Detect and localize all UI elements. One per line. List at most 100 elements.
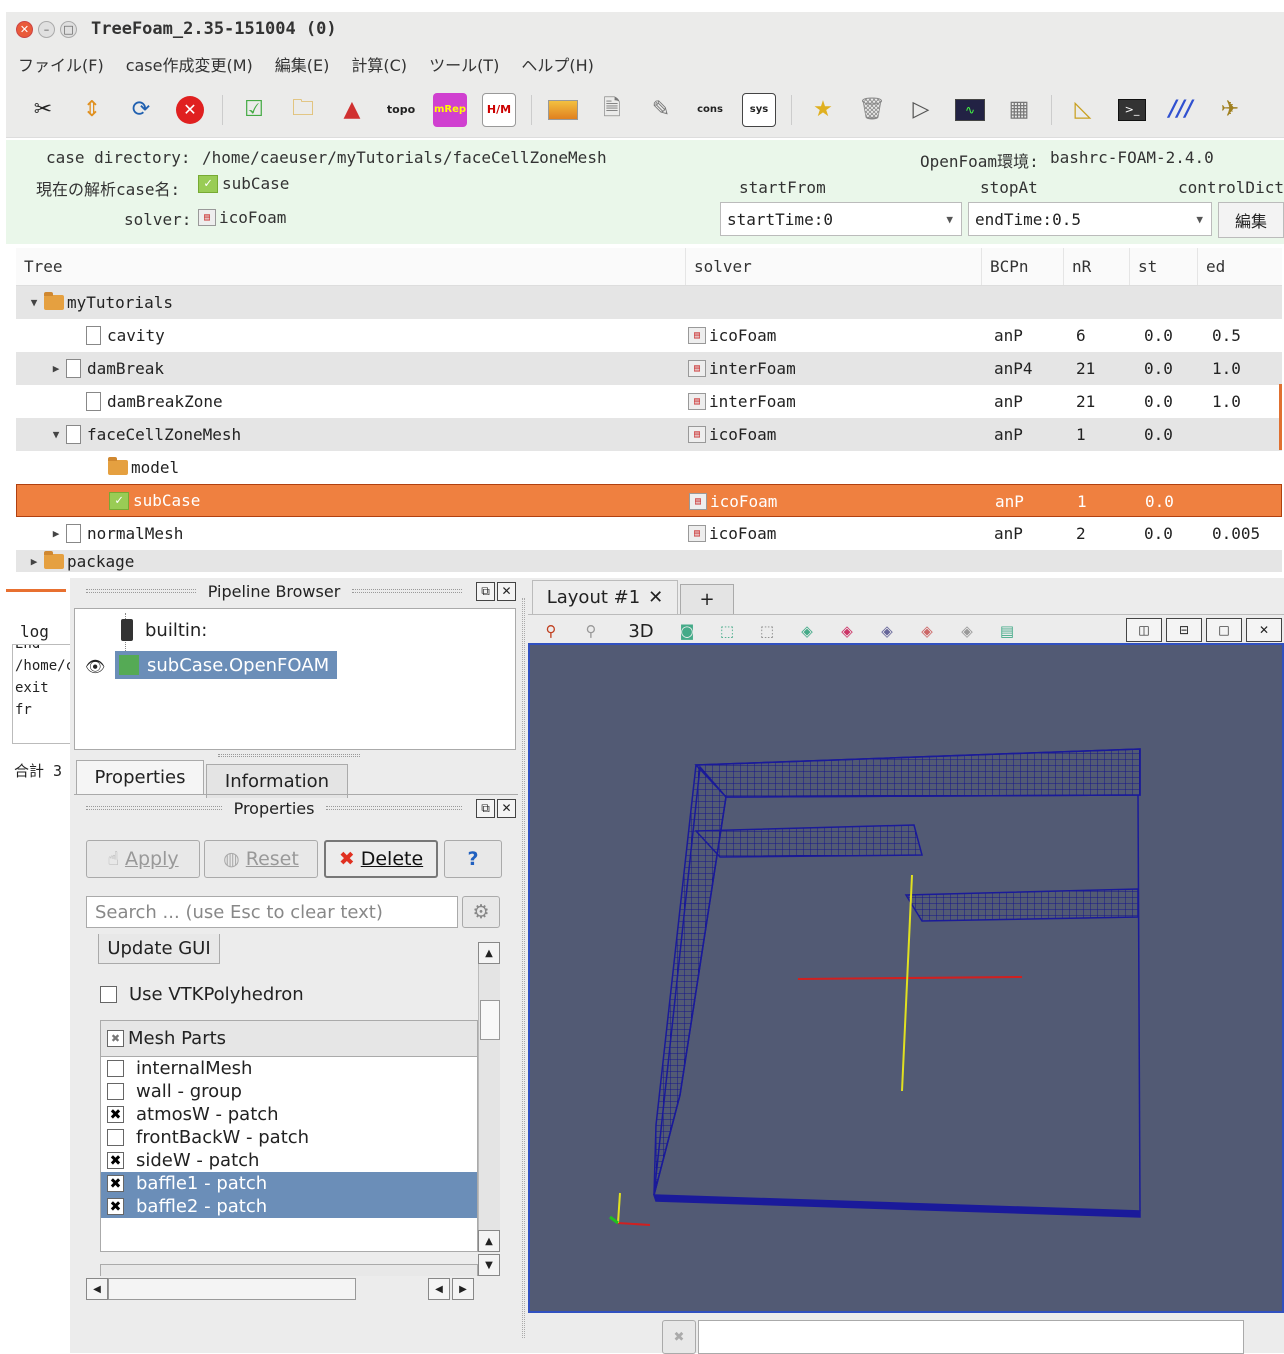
- trash-icon[interactable]: 🗑: [855, 93, 889, 127]
- paraview-icon[interactable]: ///: [1164, 93, 1198, 127]
- tree-row[interactable]: ▶ damBreak ▤ interFoam anP4 21 0.0 1.0: [16, 352, 1282, 385]
- menu-tools[interactable]: ツール(T): [429, 52, 499, 76]
- properties-search-input[interactable]: Search ... (use Esc to clear text): [86, 896, 458, 928]
- float-icon[interactable]: ⧉: [476, 581, 496, 601]
- mesh-parts-list[interactable]: ✖ Mesh Parts internalMesh wall - group ✖ at…: [100, 1020, 478, 1252]
- scroll-up-icon[interactable]: ▲: [478, 1230, 500, 1252]
- expanded-arrow-icon[interactable]: ▼: [46, 428, 66, 441]
- column-solver[interactable]: solver: [686, 248, 982, 285]
- scroll-left-icon[interactable]: ◀: [428, 1278, 450, 1300]
- mesh-part-checkbox[interactable]: [107, 1129, 124, 1146]
- bar-chart-icon[interactable]: [546, 93, 580, 127]
- eye-icon[interactable]: 👁: [85, 657, 105, 676]
- mesh-part-checkbox[interactable]: ✖: [107, 1198, 124, 1215]
- document-icon[interactable]: 🗎: [595, 93, 629, 127]
- play-icon[interactable]: ▷: [904, 93, 938, 127]
- stopat-select[interactable]: endTime:0.5 ▼: [968, 202, 1212, 236]
- select-points-icon[interactable]: ◈: [796, 620, 818, 642]
- spreadsheet-icon[interactable]: ▤: [996, 620, 1018, 642]
- grid-icon[interactable]: ▦: [1002, 93, 1036, 127]
- mesh-part-item[interactable]: ✖ baffle1 - patch: [101, 1172, 477, 1195]
- tree-row[interactable]: ✓ subCase ▤ icoFoam anP 1 0.0: [16, 484, 1282, 517]
- tab-layout[interactable]: Layout #1 ✕: [532, 580, 678, 614]
- scroll-down-icon[interactable]: ▼: [478, 1254, 500, 1276]
- log-text[interactable]: End /home/c exit fr: [12, 644, 74, 744]
- menu-file[interactable]: ファイル(F): [18, 52, 104, 76]
- expanded-arrow-icon[interactable]: ▼: [24, 296, 44, 309]
- tree-row[interactable]: ▼ faceCellZoneMesh ▤ icoFoam anP 1 0.0: [16, 418, 1282, 451]
- edit-doc-icon[interactable]: ✎: [644, 93, 678, 127]
- render-view-3d[interactable]: [528, 643, 1284, 1313]
- check-doc-icon[interactable]: ☑: [237, 93, 271, 127]
- help-button[interactable]: ?: [444, 840, 502, 878]
- column-st[interactable]: st: [1130, 248, 1198, 285]
- mesh-icon[interactable]: ▲: [335, 93, 369, 127]
- minimize-icon[interactable]: –: [38, 20, 55, 38]
- update-gui-button[interactable]: Update GUI: [98, 934, 220, 964]
- select-polygon-icon[interactable]: ◈: [876, 620, 898, 642]
- menu-edit[interactable]: 編集(E): [275, 52, 330, 76]
- mesh-part-checkbox[interactable]: [107, 1083, 124, 1100]
- mesh-part-checkbox[interactable]: ✖: [107, 1106, 124, 1123]
- tools-icon[interactable]: ✂: [26, 93, 60, 127]
- tab-properties[interactable]: Properties: [76, 760, 204, 794]
- bird-icon[interactable]: ✈: [1213, 93, 1247, 127]
- scrollbar-thumb[interactable]: [480, 1000, 500, 1040]
- collapsed-arrow-icon[interactable]: ▶: [46, 362, 66, 375]
- horizontal-scrollbar-thumb[interactable]: [108, 1278, 356, 1300]
- sys-icon[interactable]: sys: [742, 92, 776, 127]
- updown-arrow-icon[interactable]: ⇕: [75, 93, 109, 127]
- close-icon[interactable]: ✕: [16, 20, 33, 38]
- edit-controldict-button[interactable]: 編集: [1218, 202, 1284, 238]
- screenshot-icon[interactable]: ◙: [676, 620, 698, 642]
- folder-search-icon[interactable]: 🗀: [286, 93, 320, 127]
- select-block-icon[interactable]: ◈: [916, 620, 938, 642]
- tree-row[interactable]: ▼ myTutorials: [16, 286, 1282, 319]
- scroll-right-icon[interactable]: ▶: [452, 1278, 474, 1300]
- mesh-part-item[interactable]: internalMesh: [101, 1057, 477, 1080]
- menu-help[interactable]: ヘルプ(H): [521, 52, 594, 76]
- mesh-part-checkbox[interactable]: [107, 1060, 124, 1077]
- star-doc-icon[interactable]: ★: [806, 93, 840, 127]
- mesh-part-checkbox[interactable]: ✖: [107, 1175, 124, 1192]
- select-frustum-icon[interactable]: ⬚: [756, 620, 778, 642]
- pipeline-list[interactable]: builtin: 👁 subCase.OpenFOAM: [74, 608, 516, 750]
- delete-button[interactable]: ✖ Delete: [324, 840, 438, 878]
- stop-icon[interactable]: ✕: [173, 93, 207, 127]
- split-horizontal-icon[interactable]: ◫: [1126, 618, 1162, 642]
- monitor-icon[interactable]: ∿: [953, 93, 987, 127]
- mesh-part-item[interactable]: ✖ sideW - patch: [101, 1149, 477, 1172]
- column-ed[interactable]: ed: [1198, 248, 1282, 285]
- column-nr[interactable]: nR: [1064, 248, 1130, 285]
- column-bcpn[interactable]: BCPn: [982, 248, 1064, 285]
- tab-information[interactable]: Information: [206, 764, 348, 798]
- triangle-icon[interactable]: ◺: [1066, 93, 1100, 127]
- cons-icon[interactable]: cons: [693, 93, 727, 127]
- column-tree[interactable]: Tree: [16, 248, 686, 285]
- tree-row[interactable]: damBreakZone ▤ interFoam anP 21 0.0 1.0: [16, 385, 1282, 418]
- mesh-parts-header[interactable]: ✖ Mesh Parts: [101, 1021, 477, 1057]
- close-icon[interactable]: ✕: [1246, 618, 1282, 642]
- reset-button[interactable]: ◍ Reset: [204, 840, 318, 878]
- add-layout-button[interactable]: +: [680, 584, 734, 614]
- close-icon[interactable]: ✕: [497, 581, 517, 601]
- select-cells-icon[interactable]: ◈: [836, 620, 858, 642]
- toggle-3d-button[interactable]: 3D: [624, 620, 658, 642]
- tree-row[interactable]: cavity ▤ icoFoam anP 6 0.0 0.5: [16, 319, 1282, 352]
- mesh-part-checkbox[interactable]: ✖: [107, 1152, 124, 1169]
- split-vertical-icon[interactable]: ⊟: [1166, 618, 1202, 642]
- scroll-left-icon[interactable]: ◀: [86, 1278, 108, 1300]
- startfrom-select[interactable]: startTime:0 ▼: [720, 202, 962, 236]
- topo-icon[interactable]: topo: [384, 93, 418, 127]
- float-icon[interactable]: ⧉: [476, 798, 496, 818]
- tree-row[interactable]: model: [16, 451, 1282, 484]
- mesh-part-item[interactable]: wall - group: [101, 1080, 477, 1103]
- python-shell-input[interactable]: [698, 1320, 1244, 1354]
- clear-console-icon[interactable]: ✖: [662, 1320, 696, 1354]
- use-vtk-checkbox[interactable]: [100, 986, 117, 1003]
- menu-calc[interactable]: 計算(C): [351, 52, 407, 76]
- properties-scrollbar[interactable]: [478, 964, 500, 1234]
- apply-button[interactable]: ☝ Apply: [86, 840, 200, 878]
- scroll-indicator[interactable]: [1279, 384, 1282, 450]
- mesh-part-item[interactable]: ✖ baffle2 - patch: [101, 1195, 477, 1218]
